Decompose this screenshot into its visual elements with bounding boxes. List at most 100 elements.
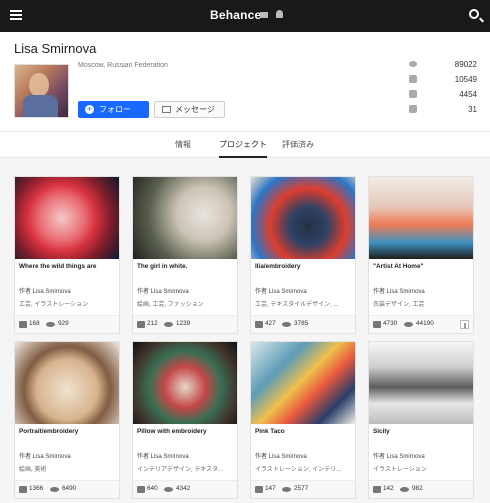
project-author[interactable]: 作者 Lisa Smirnova — [137, 451, 189, 460]
project-stats-footer: 640 4342 — [133, 480, 237, 498]
project-like-count: 427 — [265, 320, 276, 327]
project-author[interactable]: 作者 Lisa Smirnova — [373, 286, 425, 295]
project-thumbnail[interactable] — [15, 342, 119, 424]
tab-projects[interactable]: プロジェクト — [219, 139, 267, 158]
project-stats-footer: 147 2577 — [251, 480, 355, 498]
project-title[interactable]: The girl in white. — [137, 263, 233, 270]
profile-header: Lisa Smirnova Moscow, Russian Federation… — [0, 32, 490, 132]
plus-icon: + — [85, 104, 94, 114]
eye-icon — [409, 61, 417, 67]
profile-statistics: 89022 10549 4454 31 — [405, 57, 477, 117]
project-title[interactable]: Sicily — [373, 428, 469, 435]
thumb-up-icon — [255, 486, 263, 493]
notification-bell-icon[interactable] — [276, 10, 283, 18]
pin-icon[interactable] — [460, 320, 469, 329]
project-view-count: 982 — [412, 485, 423, 492]
behance-logo[interactable]: Behance — [210, 8, 261, 22]
project-card[interactable]: Portrait/embroidery 作者 Lisa Smirnova 絵画,… — [14, 341, 120, 499]
thumb-up-icon — [373, 486, 381, 493]
project-author[interactable]: 作者 Lisa Smirnova — [255, 451, 307, 460]
following-icon — [409, 105, 417, 113]
likes-stat: 10549 — [405, 72, 477, 87]
project-category: 衣装デザイン, 工芸 — [373, 302, 425, 308]
project-title[interactable]: Pink Taco — [255, 428, 351, 435]
project-stats-footer: 142 982 — [369, 480, 473, 498]
eye-icon — [164, 322, 173, 327]
project-like-count: 212 — [147, 320, 158, 327]
eye-icon — [282, 322, 291, 327]
project-author[interactable]: 作者 Lisa Smirnova — [137, 286, 189, 295]
project-thumbnail[interactable] — [369, 177, 473, 259]
project-author[interactable]: 作者 Lisa Smirnova — [19, 451, 71, 460]
thumb-up-icon — [137, 321, 145, 328]
project-title[interactable]: Portrait/embroidery — [19, 428, 115, 435]
project-thumbnail[interactable] — [15, 177, 119, 259]
project-stats-footer: 4730 44190 — [369, 315, 473, 333]
hamburger-menu-icon[interactable] — [10, 10, 22, 20]
thumb-up-icon — [373, 321, 381, 328]
eye-icon — [404, 322, 413, 327]
project-stats-footer: 168 929 — [15, 315, 119, 333]
tab-appreciated[interactable]: 評価済み — [282, 139, 314, 150]
following-stat-value: 31 — [468, 105, 477, 114]
project-stats-footer: 212 1239 — [133, 315, 237, 333]
project-thumbnail[interactable] — [251, 177, 355, 259]
project-card[interactable]: Ilia/embroidery 作者 Lisa Smirnova 工芸, テキス… — [250, 176, 356, 334]
project-category: インテリアデザイン, テキスタ... — [137, 467, 224, 473]
project-category: イラストレーション — [373, 467, 427, 473]
project-author[interactable]: 作者 Lisa Smirnova — [19, 286, 71, 295]
profile-tabs: 情報 プロジェクト 評価済み — [0, 132, 490, 158]
project-view-count: 1239 — [176, 320, 191, 327]
project-card[interactable]: "Artist At Home" 作者 Lisa Smirnova 衣装デザイン… — [368, 176, 474, 334]
eye-icon — [164, 487, 173, 492]
project-like-count: 142 — [383, 485, 394, 492]
tab-information[interactable]: 情報 — [175, 139, 191, 150]
thumb-up-icon — [409, 75, 417, 83]
top-navigation-bar: Behance — [0, 0, 490, 32]
avatar[interactable] — [14, 64, 69, 118]
mail-icon[interactable] — [260, 12, 268, 18]
eye-icon — [400, 487, 409, 492]
eye-icon — [50, 487, 59, 492]
followers-stat: 4454 — [405, 87, 477, 102]
thumb-up-icon — [19, 321, 27, 328]
eye-icon — [282, 487, 291, 492]
project-card[interactable]: Pink Taco 作者 Lisa Smirnova イラストレーション, イン… — [250, 341, 356, 499]
project-thumbnail[interactable] — [133, 177, 237, 259]
project-author[interactable]: 作者 Lisa Smirnova — [255, 286, 307, 295]
message-button-label: メッセージ — [175, 105, 215, 114]
project-like-count: 1366 — [29, 485, 44, 492]
project-card[interactable]: Pillow with embroidery 作者 Lisa Smirnova … — [132, 341, 238, 499]
project-title[interactable]: Ilia/embroidery — [255, 263, 351, 270]
project-thumbnail[interactable] — [251, 342, 355, 424]
project-author[interactable]: 作者 Lisa Smirnova — [373, 451, 425, 460]
project-card[interactable]: Where the wild things are 作者 Lisa Smirno… — [14, 176, 120, 334]
project-category: 工芸, イラストレーション — [19, 302, 89, 308]
project-title[interactable]: "Artist At Home" — [373, 263, 469, 270]
project-like-count: 640 — [147, 485, 158, 492]
project-thumbnail[interactable] — [369, 342, 473, 424]
project-view-count: 929 — [58, 320, 69, 327]
project-view-count: 3785 — [294, 320, 309, 327]
project-stats-footer: 427 3785 — [251, 315, 355, 333]
project-title[interactable]: Where the wild things are — [19, 263, 115, 270]
follow-button[interactable]: + フォロー — [78, 101, 149, 118]
message-button[interactable]: メッセージ — [154, 101, 225, 118]
followers-stat-value: 4454 — [459, 90, 477, 99]
project-view-count: 44190 — [416, 320, 434, 327]
search-icon[interactable] — [469, 9, 479, 19]
likes-stat-value: 10549 — [454, 75, 477, 84]
eye-icon — [46, 322, 55, 327]
thumb-up-icon — [255, 321, 263, 328]
project-card[interactable]: The girl in white. 作者 Lisa Smirnova 絵画, … — [132, 176, 238, 334]
project-category: 工芸, テキスタイルデザイン, ... — [255, 302, 339, 308]
following-stat: 31 — [405, 102, 477, 117]
project-thumbnail[interactable] — [133, 342, 237, 424]
thumb-up-icon — [137, 486, 145, 493]
project-category: 絵画, 美術 — [19, 467, 47, 473]
project-view-count: 4342 — [176, 485, 191, 492]
project-view-count: 6490 — [62, 485, 77, 492]
project-title[interactable]: Pillow with embroidery — [137, 428, 233, 435]
project-stats-footer: 1366 6490 — [15, 480, 119, 498]
project-card[interactable]: Sicily 作者 Lisa Smirnova イラストレーション 142 98… — [368, 341, 474, 499]
